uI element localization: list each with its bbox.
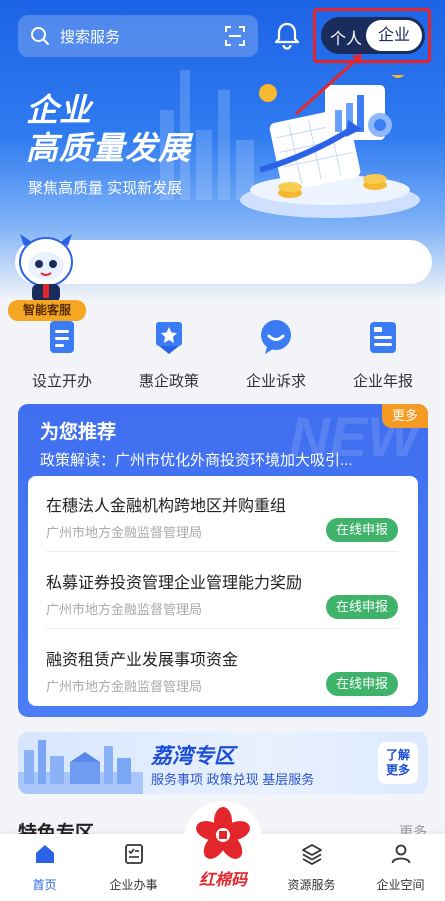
mode-personal[interactable]: 个人	[330, 25, 362, 49]
quick-action-annual-report[interactable]: 企业年报	[338, 318, 428, 391]
quick-action-label: 设立开办	[31, 373, 92, 390]
apply-online-button[interactable]: 在线申报	[326, 672, 398, 696]
item-name: 在穗法人金融机构跨地区并购重组	[46, 498, 287, 515]
apply-online-button[interactable]: 在线申报	[326, 595, 398, 619]
search-icon	[31, 27, 49, 45]
item-org: 广州市地方金融监督管理局	[46, 679, 203, 694]
item-name: 融资租赁产业发展事项资金	[46, 652, 239, 669]
quick-action-label: 企业年报	[352, 373, 413, 390]
star-ribbon-icon	[156, 322, 182, 354]
bell-icon[interactable]	[272, 20, 302, 50]
apply-online-button[interactable]: 在线申报	[326, 518, 398, 542]
learn-more-button[interactable]: 了解 更多	[378, 742, 418, 784]
banner-title: 荔湾专区	[151, 745, 235, 768]
tab-label: 资源服务	[287, 878, 336, 892]
hero-slogan-line2: 高质量发展	[26, 130, 192, 166]
user-icon	[391, 844, 410, 864]
search-placeholder: 搜索服务	[60, 28, 121, 46]
layers-icon	[301, 844, 322, 866]
annotation-arrow-icon	[294, 54, 362, 116]
item-org: 广州市地方金融监督管理局	[46, 525, 203, 540]
liwan-zone-banner[interactable]: 荔湾专区 服务事项 政策兑现 基层服务 了解 更多	[18, 732, 428, 794]
mascot-avatar[interactable]	[12, 232, 80, 304]
tab-label: 企业空间	[376, 878, 425, 892]
quick-action-appeal[interactable]: 企业诉求	[231, 318, 321, 391]
recommend-title: 为您推荐	[40, 422, 117, 443]
list-item[interactable]: 私募证券投资管理企业管理能力奖励 广州市地方金融监督管理局 在线申报	[46, 553, 398, 629]
tab-enterprise-space[interactable]: 企业空间	[356, 834, 445, 901]
item-name: 私募证券投资管理企业管理能力奖励	[46, 575, 303, 592]
policy-headline[interactable]: 政策解读：广州市优化外商投资环境加大吸引...	[40, 449, 400, 470]
list-item[interactable]: 融资租赁产业发展事项资金 广州市地方金融监督管理局 在线申报	[46, 630, 398, 706]
report-icon	[370, 322, 396, 353]
recommend-card: NEW 为您推荐 更多 政策解读：广州市优化外商投资环境加大吸引... 在穗法人…	[18, 404, 428, 717]
kapok-flower-icon	[196, 807, 250, 859]
cityscape-illustration	[18, 740, 143, 794]
kapok-code-label[interactable]: 红棉码	[184, 866, 262, 890]
quick-action-setup[interactable]: 设立开办	[17, 318, 107, 391]
tab-label: 企业办事	[109, 878, 158, 892]
home-icon	[35, 845, 54, 863]
list-item[interactable]: 在穗法人金融机构跨地区并购重组 广州市地方金融监督管理局 在线申报	[46, 476, 398, 552]
tab-resources[interactable]: 资源服务	[267, 834, 356, 901]
quick-action-label: 企业诉求	[245, 373, 306, 390]
learn-more-line1: 了解	[385, 748, 410, 762]
banner-subtitle: 服务事项 政策兑现 基层服务	[151, 772, 315, 787]
checklist-icon	[124, 844, 143, 864]
tab-label: 首页	[32, 878, 57, 892]
tab-business[interactable]: 企业办事	[89, 834, 178, 901]
mode-switch[interactable]: 个人 企业	[321, 17, 425, 54]
scan-icon[interactable]	[224, 25, 246, 47]
learn-more-line2: 更多	[385, 763, 410, 777]
document-icon	[50, 321, 74, 353]
hero-slogan-sub: 聚焦高质量 实现新发展	[28, 180, 183, 197]
quick-action-policy[interactable]: 惠企政策	[124, 318, 214, 391]
tab-home[interactable]: 首页	[0, 834, 89, 901]
search-bar[interactable]: 搜索服务	[18, 15, 258, 57]
item-org: 广州市地方金融监督管理局	[46, 602, 203, 617]
quick-action-label: 惠企政策	[138, 373, 199, 390]
mode-enterprise[interactable]: 企业	[366, 20, 422, 51]
chat-bubble-icon	[261, 320, 291, 354]
recommend-more-button[interactable]: 更多	[382, 404, 428, 428]
recommend-list: 在穗法人金融机构跨地区并购重组 广州市地方金融监督管理局 在线申报 私募证券投资…	[28, 476, 418, 706]
